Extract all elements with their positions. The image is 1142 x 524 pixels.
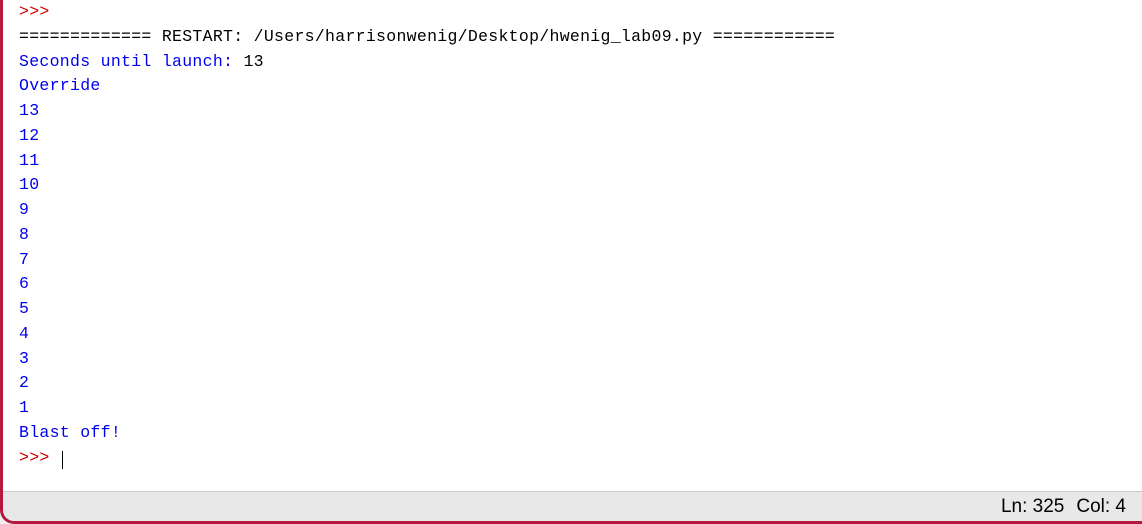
text-cursor — [62, 451, 63, 469]
line-label: Ln: — [1001, 496, 1033, 517]
output-line: Blast off! — [19, 421, 1134, 446]
output-line: 8 — [19, 223, 1134, 248]
python-prompt: >>> — [19, 448, 60, 467]
console-output-area[interactable]: >>> ============= RESTART: /Users/harris… — [3, 0, 1142, 491]
line-indicator: Ln: 325 — [1001, 496, 1064, 518]
col-number: 4 — [1115, 496, 1126, 517]
prompt-line-top: >>> — [19, 0, 1134, 25]
output-line: 3 — [19, 347, 1134, 372]
output-line: 2 — [19, 371, 1134, 396]
status-bar: Ln: 325 Col: 4 — [3, 491, 1142, 521]
output-line: 13 — [19, 99, 1134, 124]
output-line: 9 — [19, 198, 1134, 223]
output-line: 12 — [19, 124, 1134, 149]
python-prompt: >>> — [19, 2, 60, 21]
output-line: 4 — [19, 322, 1134, 347]
line-number: 325 — [1033, 496, 1065, 517]
restart-banner: ============= RESTART: /Users/harrisonwe… — [19, 25, 1134, 50]
restart-file-path: /Users/harrisonwenig/Desktop/hwenig_lab0… — [254, 27, 703, 46]
prompt-line-bottom[interactable]: >>> — [19, 446, 1134, 471]
user-input-value: 13 — [243, 52, 263, 71]
output-line: 7 — [19, 248, 1134, 273]
idle-shell-window: >>> ============= RESTART: /Users/harris… — [0, 0, 1142, 524]
column-indicator: Col: 4 — [1076, 496, 1126, 518]
col-label: Col: — [1076, 496, 1115, 517]
restart-suffix: ============ — [703, 27, 836, 46]
output-line: 6 — [19, 272, 1134, 297]
output-line: Override — [19, 74, 1134, 99]
output-line: 11 — [19, 149, 1134, 174]
restart-prefix: ============= RESTART: — [19, 27, 254, 46]
input-prompt-text: Seconds until launch: — [19, 52, 243, 71]
output-line: 5 — [19, 297, 1134, 322]
output-line: 10 — [19, 173, 1134, 198]
input-line: Seconds until launch: 13 — [19, 50, 1134, 75]
output-line: 1 — [19, 396, 1134, 421]
